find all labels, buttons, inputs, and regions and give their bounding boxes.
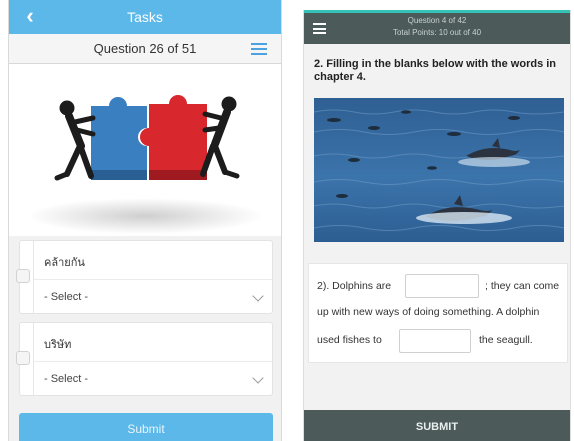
answer-select[interactable]: - Select - [34, 280, 272, 314]
connector-handle [16, 269, 30, 283]
matching-item-1: คล้ายกัน - Select - [16, 240, 273, 314]
left-figure [54, 100, 96, 181]
screenshot-stage: ‹ Tasks Question 26 of 51 คล้ายกัน - Sel… [0, 0, 574, 441]
fill-in-blank-card: 2). Dolphins are ; they can come up with… [308, 263, 568, 363]
sentence-part-2: ; they can come [485, 280, 560, 292]
select-value: - Select - [44, 291, 89, 303]
header-title: Tasks [127, 9, 163, 25]
item-word: คล้ายกัน [44, 257, 85, 269]
matching-item-2: บริษัท - Select - [16, 322, 273, 396]
right-figure [200, 96, 240, 179]
menu-icon[interactable] [251, 43, 267, 56]
sentence-part-4: used fishes to [317, 334, 382, 346]
question-counter: Question 4 of 42 [407, 16, 467, 25]
dolphins-photo [314, 98, 564, 242]
blank-input-2[interactable] [399, 329, 471, 353]
puzzle-illustration [9, 64, 281, 236]
select-value: - Select - [44, 373, 89, 385]
question-prompt: 2. Filling in the blanks below with the … [314, 58, 557, 83]
submit-button[interactable]: SUBMIT [304, 410, 570, 441]
blank-input-1[interactable] [405, 274, 479, 298]
question-counter: Question 26 of 51 [93, 41, 197, 56]
item-word: บริษัท [44, 339, 72, 351]
tasks-header: ‹ Tasks [9, 0, 281, 34]
chevron-down-icon [252, 372, 264, 384]
red-puzzle-piece [140, 95, 207, 180]
blue-puzzle-piece [91, 97, 147, 180]
answer-select[interactable]: - Select - [34, 362, 272, 396]
quiz-header: Question 4 of 42 Total Points: 10 out of… [304, 13, 570, 44]
submit-button[interactable]: Submit [19, 413, 273, 441]
sentence-part-5: the seagull. [479, 334, 533, 346]
sentence-part-3: up with new ways of doing something. A d… [317, 306, 540, 318]
chevron-down-icon [252, 290, 264, 302]
question-bar: Question 26 of 51 [9, 34, 281, 64]
sentence-part-1: 2). Dolphins are [317, 280, 392, 292]
quiz-screen: Question 4 of 42 Total Points: 10 out of… [303, 10, 571, 441]
points-total: Total Points: 10 out of 40 [392, 28, 482, 37]
tasks-screen: ‹ Tasks Question 26 of 51 คล้ายกัน - Sel… [8, 0, 282, 441]
connector-handle [16, 351, 30, 365]
